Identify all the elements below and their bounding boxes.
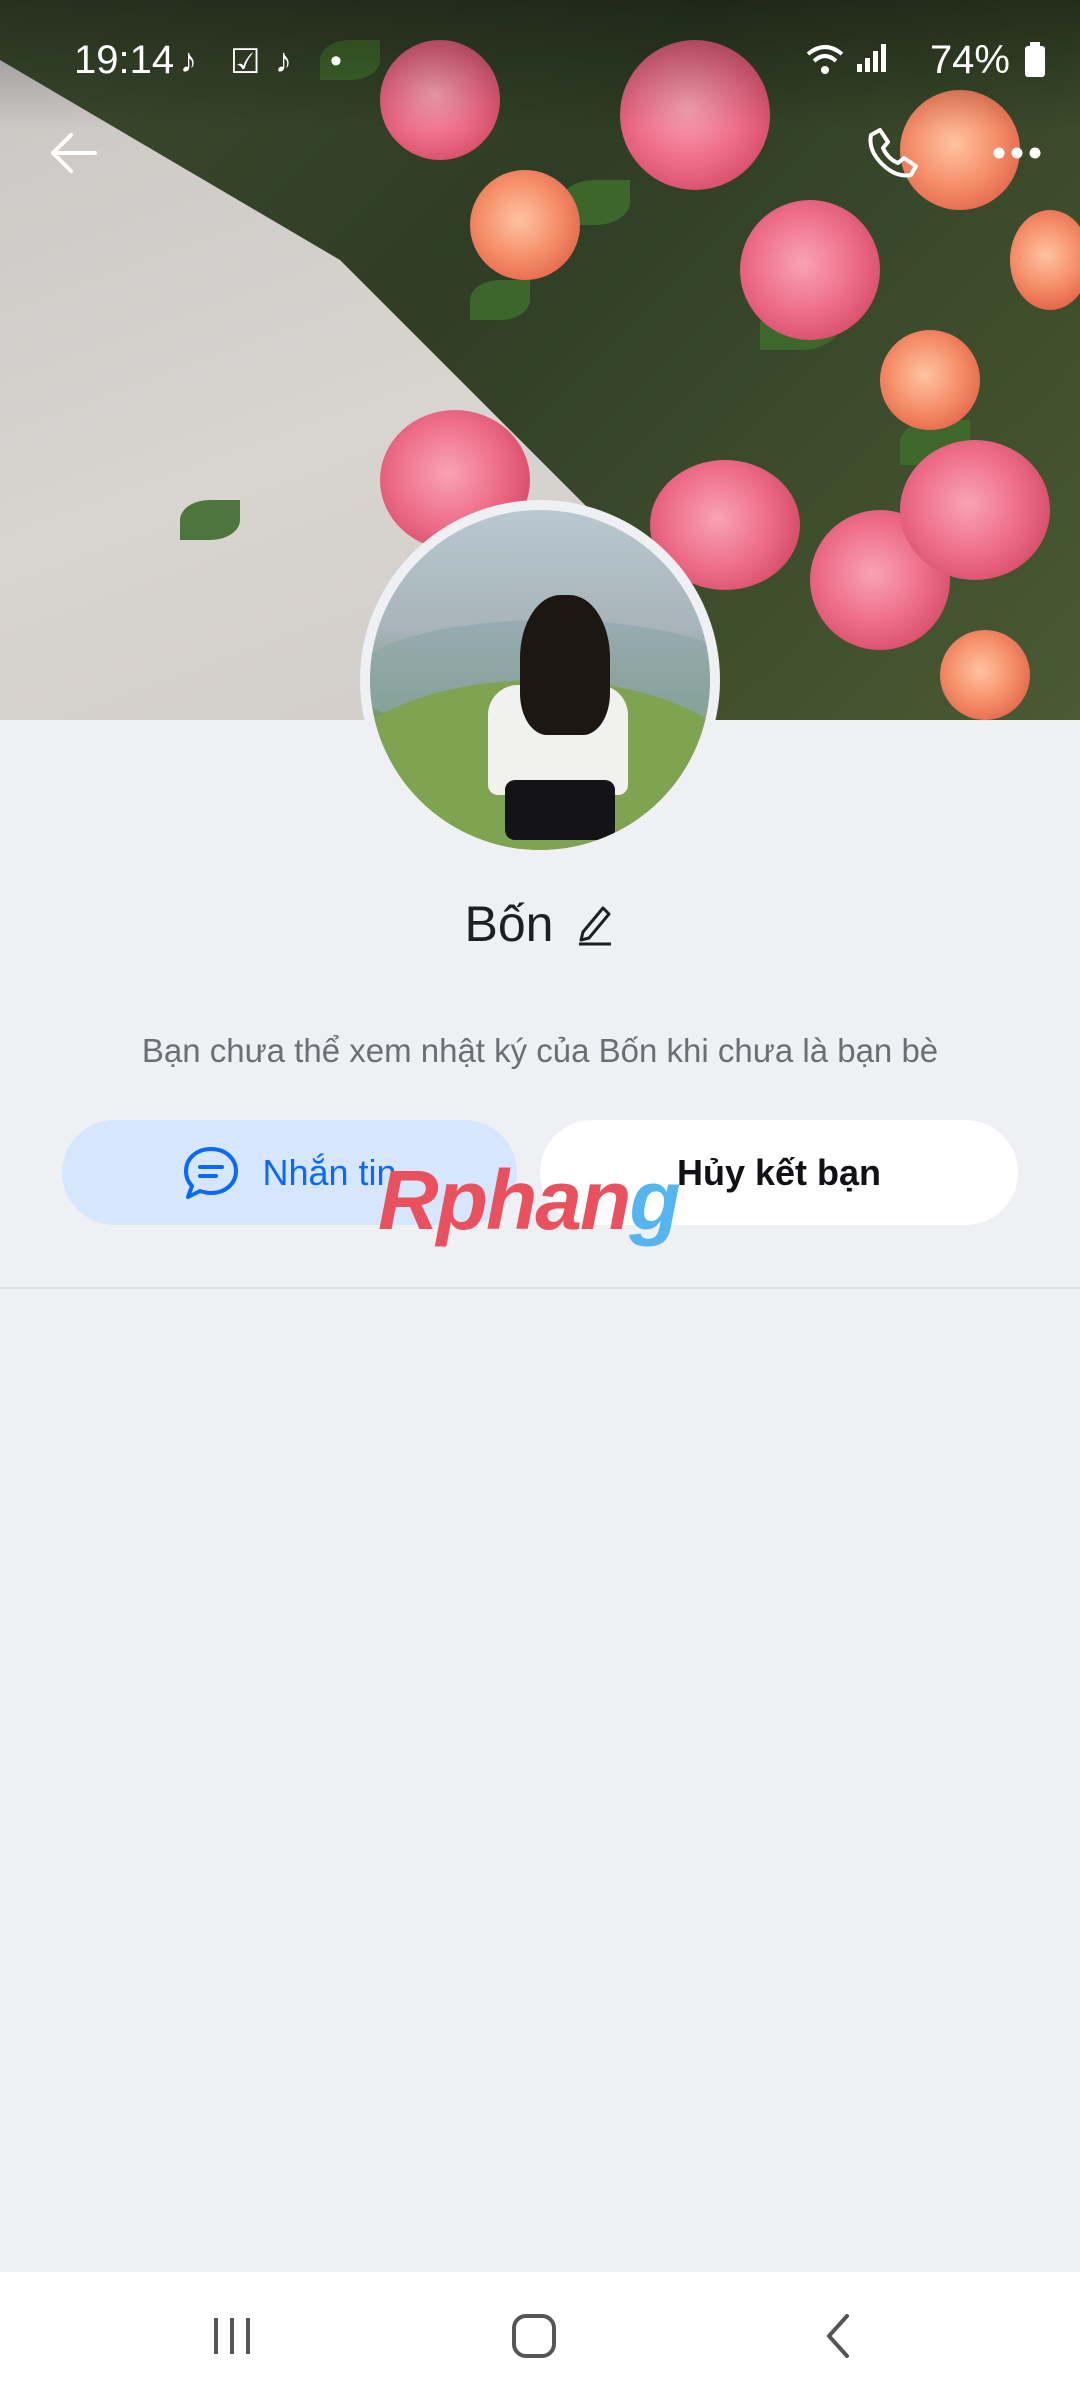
- cover-rose: [940, 630, 1030, 720]
- cover-leaf: [470, 280, 530, 320]
- home-icon: [512, 2314, 556, 2358]
- wifi-icon: [805, 42, 845, 85]
- watermark-part1: Rphan: [378, 1153, 631, 1247]
- section-divider: [0, 1287, 1080, 1289]
- arrow-left-icon: [51, 133, 97, 173]
- battery-percent: 74%: [929, 38, 1010, 82]
- back-nav-button[interactable]: [808, 2306, 868, 2366]
- recents-icon: [214, 2318, 250, 2354]
- cover-rose: [1010, 210, 1080, 310]
- avatar[interactable]: [360, 500, 720, 860]
- more-button[interactable]: [982, 118, 1052, 188]
- notification-dot-icon: •: [330, 42, 342, 80]
- chat-bubble-icon: [184, 1146, 239, 1199]
- call-button[interactable]: [858, 118, 928, 188]
- status-time: 19:14: [74, 38, 175, 82]
- edit-name-button[interactable]: [575, 902, 615, 946]
- avatar-figure: [520, 595, 610, 735]
- message-button-label: Nhắn tin: [262, 1151, 397, 1193]
- watermark-part2: g: [629, 1153, 680, 1247]
- profile-name: Bốn: [464, 896, 554, 952]
- status-bar: 19:14 ♪ ☑ ♪ • 74%: [0, 0, 1080, 120]
- cover-rose: [900, 440, 1050, 580]
- watermark-logo: Rphang: [378, 1152, 681, 1249]
- cover-rose: [880, 330, 980, 430]
- signal-icon: [855, 42, 887, 83]
- pencil-icon: [579, 906, 612, 946]
- profile-name-row: Bốn: [0, 895, 1080, 953]
- checkbox-icon: ☑: [230, 43, 261, 81]
- battery-icon: [1024, 42, 1046, 87]
- cover-rose: [740, 200, 880, 340]
- unfriend-button-label: Hủy kết bạn: [676, 1151, 882, 1193]
- system-nav-bar: [0, 2272, 1080, 2400]
- tiktok-icon: ♪: [275, 42, 292, 80]
- tiktok-icon: ♪: [180, 42, 197, 80]
- recents-button[interactable]: [202, 2306, 262, 2366]
- cover-leaf: [180, 500, 240, 540]
- cover-rose: [470, 170, 580, 280]
- more-dots-icon: [993, 147, 1041, 159]
- avatar-photo: [370, 510, 710, 850]
- back-button[interactable]: [38, 118, 108, 188]
- home-button[interactable]: [504, 2306, 564, 2366]
- avatar-figure: [505, 780, 615, 840]
- chevron-left-icon: [827, 2314, 849, 2358]
- diary-notice: Bạn chưa thể xem nhật ký của Bốn khi chư…: [141, 1032, 939, 1069]
- phone-icon: [868, 128, 918, 178]
